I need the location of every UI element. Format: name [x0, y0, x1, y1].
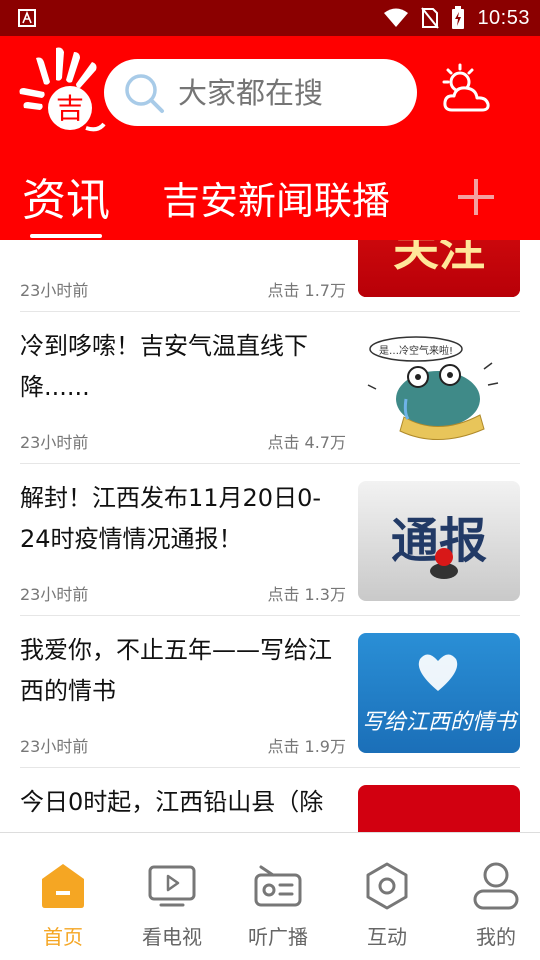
app-logo[interactable]: 吉 — [16, 44, 108, 136]
news-title: 我爱你，不止五年——写给江西的情书 — [20, 636, 332, 705]
list-item[interactable]: 我爱你，不止五年——写给江西的情书 23小时前 点击 1.9万 写给江西的情书 — [20, 616, 520, 768]
list-item[interactable]: 冷到哆嗦！吉安气温直线下降...... 23小时前 点击 4.7万 是…冷空气来… — [20, 312, 520, 464]
nav-label: 看电视 — [142, 925, 202, 949]
no-sim-icon — [421, 7, 440, 29]
app-header: 吉 资讯 吉安新闻联播 — [0, 36, 540, 240]
list-item[interactable]: 23小时前 点击 1.7万 关注 — [20, 240, 520, 312]
thumb-text: 关注 — [393, 240, 485, 276]
active-tab-indicator — [30, 234, 102, 238]
battery-charging-icon — [452, 6, 465, 29]
news-time: 23小时前 — [20, 737, 89, 756]
app-notification-icon — [18, 9, 36, 27]
news-thumbnail: 写给江西的情书 — [358, 633, 520, 753]
radio-icon — [254, 865, 302, 907]
news-thumbnail: 是…冷空气来啦! — [358, 329, 520, 449]
search-icon — [125, 73, 164, 113]
news-views: 点击 1.9万 — [267, 737, 346, 756]
search-bar[interactable] — [104, 59, 417, 126]
news-title: 解封！江西发布11月20日0-24时疫情情况通报！ — [20, 484, 322, 553]
list-item[interactable]: 今日0时起，江西铅山县（除 重磅 — [20, 768, 520, 832]
wifi-icon — [384, 8, 409, 27]
list-item[interactable]: 解封！江西发布11月20日0-24时疫情情况通报！ 23小时前 点击 1.3万 … — [20, 464, 520, 616]
weather-icon[interactable] — [438, 62, 496, 120]
nav-label: 互动 — [367, 925, 407, 949]
news-thumbnail: 通报 — [358, 481, 520, 601]
news-time: 23小时前 — [20, 433, 89, 452]
hexagon-icon — [366, 862, 408, 910]
news-views: 点击 1.7万 — [267, 281, 346, 300]
thumb-text: 是…冷空气来啦! — [379, 344, 453, 357]
news-views: 点击 1.3万 — [267, 585, 346, 604]
news-thumbnail: 关注 — [358, 240, 520, 297]
nav-label: 我的 — [476, 925, 516, 949]
news-time: 23小时前 — [20, 281, 89, 300]
nav-tv[interactable]: 看电视 — [124, 861, 220, 950]
news-title: 今日0时起，江西铅山县（除 — [20, 788, 324, 816]
user-icon — [473, 862, 519, 910]
tab-news[interactable]: 资讯 — [22, 164, 110, 228]
news-time: 23小时前 — [20, 585, 89, 604]
svg-text:吉: 吉 — [56, 92, 84, 125]
status-time: 10:53 — [477, 6, 530, 29]
news-thumbnail: 重磅 — [358, 785, 520, 832]
news-views: 点击 4.7万 — [267, 433, 346, 452]
thumb-text: 写给江西的情书 — [362, 710, 519, 735]
status-bar: 10:53 — [0, 0, 540, 36]
tab-jian-news-broadcast[interactable]: 吉安新闻联播 — [162, 170, 390, 225]
news-feed[interactable]: 23小时前 点击 1.7万 关注 冷到哆嗦！吉安气温直线下降...... 23小… — [0, 240, 540, 832]
tv-icon — [148, 865, 196, 907]
bottom-navigation: 首页 看电视 听广播 互动 我的 — [0, 832, 540, 960]
nav-interact[interactable]: 互动 — [339, 861, 435, 950]
nav-radio[interactable]: 听广播 — [230, 861, 326, 950]
nav-profile[interactable]: 我的 — [448, 861, 540, 950]
search-input[interactable] — [178, 75, 398, 110]
home-icon — [42, 864, 84, 908]
channel-tabs: 资讯 吉安新闻联播 — [0, 160, 540, 240]
news-title: 冷到哆嗦！吉安气温直线下降...... — [20, 332, 308, 401]
nav-home[interactable]: 首页 — [15, 861, 111, 950]
add-channel-icon[interactable] — [455, 176, 497, 218]
nav-label: 听广播 — [248, 925, 308, 949]
nav-label: 首页 — [43, 925, 83, 949]
